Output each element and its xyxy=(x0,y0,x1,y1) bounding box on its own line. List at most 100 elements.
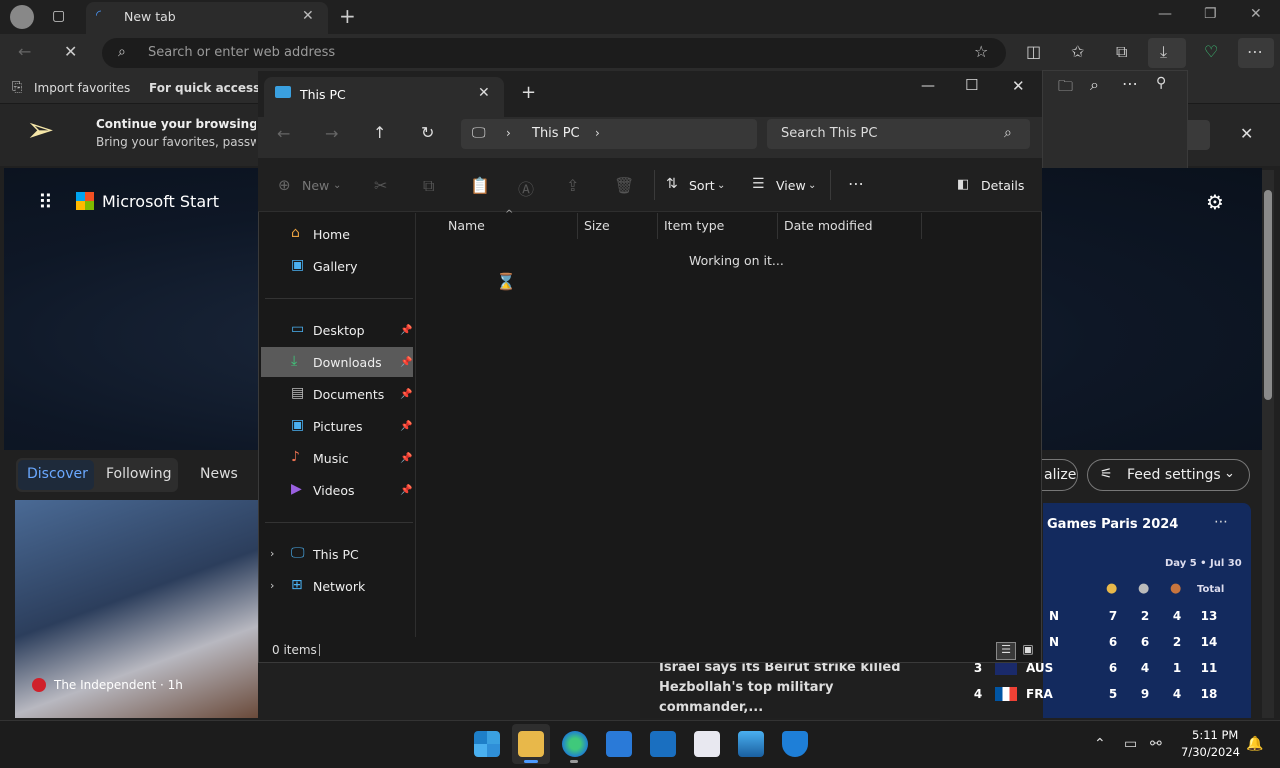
minimize-icon[interactable]: — xyxy=(921,78,935,94)
column-divider[interactable] xyxy=(577,213,578,239)
sidebar-separator xyxy=(265,522,413,523)
close-tab-icon[interactable]: ✕ xyxy=(302,8,314,24)
column-size[interactable]: Size xyxy=(584,218,610,233)
apps-grid-icon[interactable]: ⠿ xyxy=(38,190,53,214)
france-flag-icon xyxy=(995,687,1017,701)
feed-settings-label: Feed settings xyxy=(1127,467,1221,483)
new-button[interactable]: New xyxy=(302,178,329,193)
open-folder-icon[interactable]: 🗀 xyxy=(1058,76,1073,101)
tab-discover[interactable]: Discover xyxy=(27,466,88,482)
flyout-more-icon[interactable]: ⋯ xyxy=(1122,74,1138,93)
browser-tab-new[interactable] xyxy=(86,2,328,34)
import-favorites-link[interactable]: Import favorites xyxy=(34,81,130,95)
personalize-label: alize xyxy=(1044,467,1077,483)
browser-essentials-icon[interactable]: ♡ xyxy=(1204,42,1218,61)
maximize-icon[interactable]: ☐ xyxy=(965,76,978,94)
display-icon[interactable]: ▭ xyxy=(1124,736,1137,752)
expand-chevron-icon[interactable]: › xyxy=(270,579,274,592)
notepad-icon[interactable] xyxy=(694,731,720,757)
notification-close-icon[interactable]: ✕ xyxy=(1240,124,1253,143)
close-tab-icon[interactable]: ✕ xyxy=(478,85,490,101)
start-button-icon[interactable] xyxy=(474,731,500,757)
column-divider[interactable] xyxy=(777,213,778,239)
back-icon[interactable]: ← xyxy=(277,124,290,143)
flyout-search-icon[interactable]: ⌕ xyxy=(1090,75,1099,95)
expand-chevron-icon[interactable]: › xyxy=(270,547,274,560)
close-window-icon[interactable]: ✕ xyxy=(1250,6,1262,22)
item-count: 0 items xyxy=(272,643,317,657)
new-tab-button[interactable]: + xyxy=(339,4,356,28)
pin-flyout-icon[interactable]: ⚲ xyxy=(1156,75,1166,91)
pictures-icon: ▣ xyxy=(291,417,305,433)
column-divider[interactable] xyxy=(657,213,658,239)
new-icon[interactable]: ⊕ xyxy=(278,176,291,194)
view-button[interactable]: View xyxy=(776,178,806,193)
rank: 3 xyxy=(973,661,983,675)
more-icon: ⋯ xyxy=(1247,42,1263,61)
notification-bell-icon[interactable]: 🔔 xyxy=(1246,736,1263,752)
refresh-icon[interactable]: ↻ xyxy=(421,123,434,142)
photos-icon[interactable] xyxy=(738,731,764,757)
edge-icon[interactable] xyxy=(562,731,588,757)
sort-button[interactable]: Sort xyxy=(689,178,715,193)
network-icon: ⊞ xyxy=(291,577,303,593)
explorer-status-bar xyxy=(259,637,1041,662)
minimize-icon[interactable]: — xyxy=(1158,6,1172,22)
profile-avatar[interactable] xyxy=(10,5,34,29)
restore-icon[interactable]: ❐ xyxy=(1204,6,1217,22)
tiles-view-icon[interactable]: ▣ xyxy=(1019,642,1037,660)
delete-icon[interactable]: 🗑 xyxy=(614,176,634,195)
rename-icon[interactable]: Ⓐ xyxy=(518,176,534,200)
cut-icon[interactable]: ✂ xyxy=(374,176,387,195)
stop-icon[interactable]: ✕ xyxy=(64,42,77,61)
split-screen-icon[interactable]: ◫ xyxy=(1026,42,1041,61)
defender-icon[interactable] xyxy=(782,731,808,757)
details-button[interactable]: Details xyxy=(981,178,1024,193)
favorites-icon[interactable]: ✩ xyxy=(1071,42,1084,61)
clock-date[interactable]: 7/30/2024 xyxy=(1181,745,1240,759)
page-scrollbar-thumb[interactable] xyxy=(1264,190,1272,400)
chevron-right-icon[interactable]: › xyxy=(506,126,511,140)
column-date-modified[interactable]: Date modified xyxy=(784,218,873,233)
chevron-right-icon[interactable]: › xyxy=(595,126,600,140)
back-icon[interactable]: ← xyxy=(18,42,31,61)
total-count: 11 xyxy=(1200,661,1218,675)
details-view-icon[interactable]: ☰ xyxy=(996,642,1016,660)
column-item-type[interactable]: Item type xyxy=(664,218,724,233)
chevron-up-icon[interactable]: ⌃ xyxy=(1094,736,1106,752)
sidebar-label: Pictures xyxy=(313,419,363,434)
australia-flag-icon xyxy=(995,661,1017,675)
forward-icon[interactable]: → xyxy=(325,124,338,143)
column-name[interactable]: Name xyxy=(448,218,485,233)
chevron-down-icon: ⌄ xyxy=(717,180,726,191)
sort-icon: ⇅ xyxy=(666,176,678,192)
taskbar xyxy=(0,720,1280,768)
pin-icon: 📌 xyxy=(400,357,413,368)
tab-actions-icon[interactable]: ▢ xyxy=(52,8,65,24)
copy-icon[interactable]: ⧉ xyxy=(423,176,434,196)
network-icon[interactable]: ⚯ xyxy=(1150,736,1162,752)
new-tab-button[interactable]: + xyxy=(521,82,536,103)
tab-following[interactable]: Following xyxy=(106,466,172,482)
widget-more-icon[interactable]: ⋯ xyxy=(1214,514,1228,530)
up-icon[interactable]: ↑ xyxy=(373,123,386,142)
collections-icon[interactable]: ⧉ xyxy=(1116,42,1127,62)
total-count: 18 xyxy=(1200,687,1218,701)
pin-icon: 📌 xyxy=(400,325,413,336)
clock-time[interactable]: 5:11 PM xyxy=(1192,728,1238,742)
breadcrumb-this-pc[interactable]: This PC xyxy=(532,126,580,141)
share-icon[interactable]: ⇪ xyxy=(566,176,579,195)
page-settings-icon[interactable]: ⚙ xyxy=(1206,190,1224,214)
country-code: FRA xyxy=(1026,687,1053,701)
outlook-icon[interactable] xyxy=(650,731,676,757)
tab-news[interactable]: News xyxy=(200,466,238,482)
close-window-icon[interactable]: ✕ xyxy=(1012,77,1025,95)
column-divider[interactable] xyxy=(921,213,922,239)
paste-icon[interactable]: 📋 xyxy=(470,176,490,195)
active-indicator xyxy=(524,760,538,763)
address-placeholder: Search or enter web address xyxy=(148,45,336,60)
cmd-divider xyxy=(830,170,831,200)
favorite-star-icon[interactable]: ☆ xyxy=(974,42,988,61)
store-icon[interactable] xyxy=(606,731,632,757)
see-more-icon[interactable]: ⋯ xyxy=(848,174,864,193)
